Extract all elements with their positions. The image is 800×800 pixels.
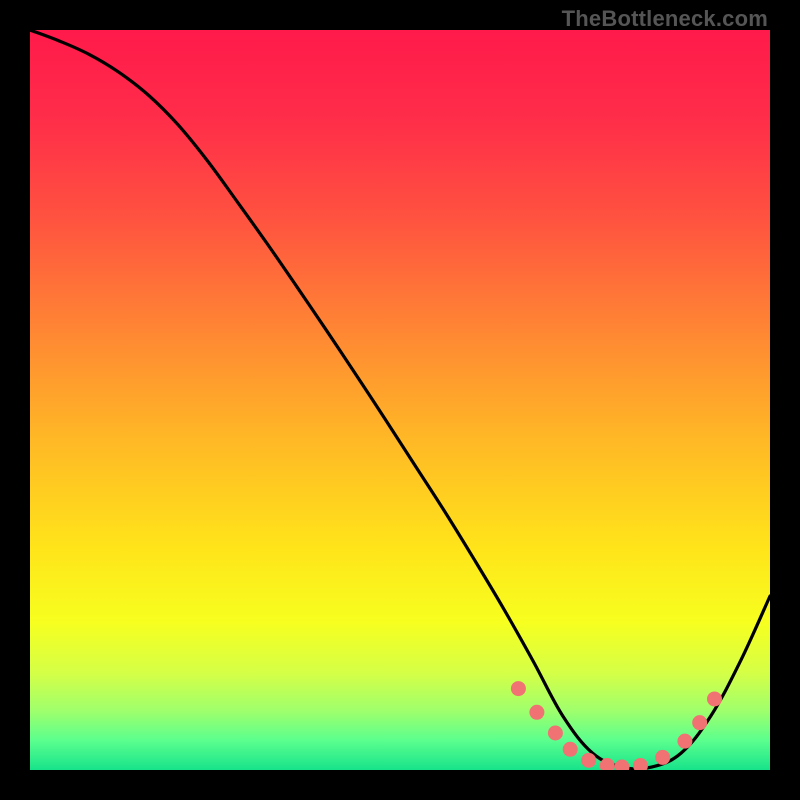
curve-marker — [563, 742, 578, 757]
gradient-rect — [30, 30, 770, 770]
curve-marker — [581, 753, 596, 768]
plot-area — [30, 30, 770, 770]
gradient-background — [30, 30, 770, 770]
curve-marker — [548, 726, 563, 741]
curve-marker — [529, 705, 544, 720]
curve-marker — [655, 750, 670, 765]
watermark-label: TheBottleneck.com — [562, 6, 768, 32]
curve-marker — [511, 681, 526, 696]
curve-marker — [707, 691, 722, 706]
curve-marker — [677, 734, 692, 749]
chart-stage: TheBottleneck.com — [0, 0, 800, 800]
curve-marker — [692, 715, 707, 730]
